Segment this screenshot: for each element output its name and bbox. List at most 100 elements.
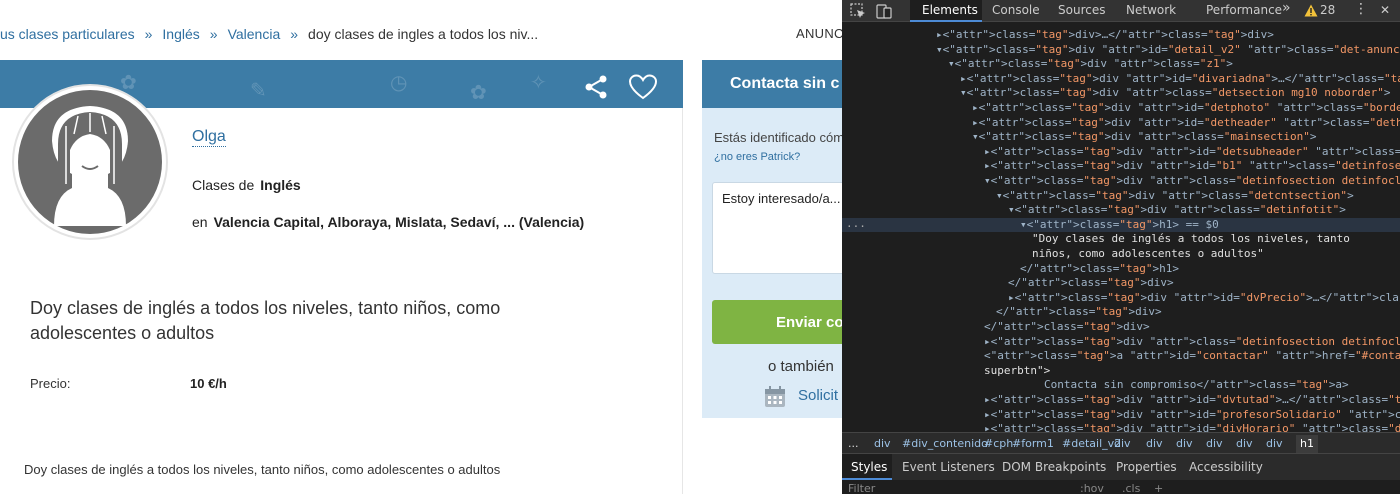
calendar-icon	[765, 386, 785, 407]
listing-description: Doy clases de inglés a todos los niveles…	[24, 462, 501, 477]
dom-crumb[interactable]: div	[874, 437, 891, 450]
dom-node[interactable]: ▸<"attr">class="tag">div "attr">id="dets…	[984, 145, 1400, 159]
dom-crumb[interactable]: #cph	[984, 437, 1013, 450]
location-line: en Valencia Capital, Alboraya, Mislata, S…	[192, 214, 584, 230]
tab-elements[interactable]: Elements	[922, 3, 978, 17]
avatar-illustration-icon	[18, 90, 162, 234]
contact-heading: Contacta sin c	[702, 60, 842, 108]
crumb-overflow[interactable]: ...	[848, 437, 859, 450]
subtab-properties[interactable]: Properties	[1116, 460, 1177, 474]
dom-breadcrumb-bar: ... div #div_contenido #cph #form1 #detail_v2…	[842, 432, 1400, 454]
price-value: 10 €/h	[190, 376, 227, 391]
subtab-styles[interactable]: Styles	[851, 460, 887, 474]
price-label: Precio:	[30, 376, 71, 391]
dom-node[interactable]: ▸<"attr">class="tag">div "attr">id="b1" …	[984, 159, 1400, 173]
listing-title: Doy clases de inglés a todos los niveles…	[30, 298, 501, 343]
breadcrumb-current: doy clases de ingles a todos los niv...	[308, 26, 539, 42]
dom-node[interactable]: ▾<"attr">class="tag">div "attr">class="d…	[960, 86, 1391, 100]
clases-line: Clases de Inglés	[192, 177, 301, 193]
dom-node[interactable]: ▾<"attr">class="tag">h1> == $0	[1020, 218, 1219, 232]
new-rule-button[interactable]: +	[1154, 482, 1163, 494]
not-you-link[interactable]: ¿no eres Patrick?	[714, 151, 800, 163]
dom-node[interactable]: <"attr">class="tag">a "attr">id="contact…	[984, 349, 1400, 363]
avatar	[12, 84, 168, 240]
dom-crumb[interactable]: div	[1114, 437, 1131, 450]
dom-crumb[interactable]: div	[1266, 437, 1283, 450]
dom-crumb[interactable]: #div_contenido	[902, 437, 988, 450]
dom-crumb[interactable]: div	[1206, 437, 1223, 450]
warning-icon	[1304, 4, 1318, 17]
devtools-panel: Elements Console Sources Network Perform…	[842, 0, 1400, 494]
subject: Inglés	[260, 177, 301, 193]
dom-node[interactable]: ▸<"attr">class="tag">div "attr">id="divH…	[984, 422, 1400, 432]
inspect-element-icon[interactable]	[850, 3, 866, 19]
share-icon[interactable]	[582, 73, 610, 101]
dom-node[interactable]: ▸<"attr">class="tag">div "attr">id="dvPr…	[1008, 291, 1400, 305]
tab-console[interactable]: Console	[992, 3, 1040, 17]
teacher-name-link[interactable]: Olga	[192, 128, 226, 147]
dom-node[interactable]: </"attr">class="tag">div>	[996, 305, 1162, 319]
breadcrumb-item-valencia[interactable]: Valencia	[228, 26, 281, 42]
heart-icon[interactable]	[628, 73, 658, 101]
dom-node[interactable]: </"attr">class="tag">div>	[1008, 276, 1174, 290]
tab-performance[interactable]: Performance	[1206, 3, 1282, 17]
breadcrumb-item-ingles[interactable]: Inglés	[162, 26, 199, 42]
subtab-dom-breakpoints[interactable]: DOM Breakpoints	[1002, 460, 1106, 474]
hov-toggle[interactable]: :hov	[1080, 482, 1104, 494]
menu-icon[interactable]: ⋮	[1354, 1, 1368, 17]
dom-node[interactable]: ▾<"attr">class="tag">div "attr">class="z…	[948, 57, 1233, 71]
breadcrumb-separator: »	[144, 26, 153, 42]
dom-node[interactable]: ▸<"attr">class="tag">div "attr">id="dvtu…	[984, 393, 1400, 407]
anuncio-label: ANUNCI	[796, 26, 842, 41]
dom-node[interactable]: </"attr">class="tag">h1>	[1020, 262, 1179, 276]
dom-crumb[interactable]: div	[1146, 437, 1163, 450]
more-tabs-icon[interactable]: »	[1282, 0, 1291, 16]
dom-node[interactable]: niños, como adolescentes o adultos"	[1032, 247, 1264, 261]
dom-node[interactable]: superbtn">	[984, 364, 1050, 378]
dom-crumb[interactable]: h1	[1296, 435, 1318, 453]
breadcrumb-separator: »	[209, 26, 218, 42]
cls-toggle[interactable]: .cls	[1122, 482, 1140, 494]
tab-sources[interactable]: Sources	[1058, 3, 1105, 17]
device-toolbar-icon[interactable]	[876, 3, 892, 19]
warning-count[interactable]: 28	[1320, 3, 1335, 17]
dom-node[interactable]: ▸<"attr">class="tag">div "attr">id="prof…	[984, 408, 1400, 422]
web-page: us clases particulares » Inglés » Valencia » d…	[0, 0, 842, 494]
send-button[interactable]: Enviar co	[712, 300, 842, 344]
devtools-tabbar: Elements Console Sources Network Perform…	[842, 0, 1400, 22]
breadcrumb-item-clases[interactable]: us clases particulares	[0, 26, 135, 42]
subtab-accessibility[interactable]: Accessibility	[1189, 460, 1263, 474]
dom-node[interactable]: ▸<"attr">class="tag">div "attr">id="deth…	[972, 116, 1400, 130]
breadcrumb: us clases particulares » Inglés » Valencia » d…	[0, 26, 538, 42]
dom-crumb[interactable]: div	[1176, 437, 1193, 450]
dom-node[interactable]: ▾<"attr">class="tag">div "attr">class="d…	[1008, 203, 1346, 217]
elements-tree[interactable]: ▸<"attr">class="tag">div>…</"attr">class…	[842, 22, 1400, 432]
location-prefix: en	[192, 214, 208, 230]
dom-crumb[interactable]: #detail_v2	[1062, 437, 1121, 450]
close-icon[interactable]: ✕	[1380, 3, 1390, 17]
styles-filter-input[interactable]: Filter	[848, 482, 875, 494]
tab-network[interactable]: Network	[1126, 3, 1176, 17]
dom-crumb[interactable]: #form1	[1012, 437, 1054, 450]
banner-decoration-icon: ✎	[250, 80, 267, 102]
breadcrumb-separator: »	[290, 26, 299, 42]
dom-node[interactable]: ▸<"attr">class="tag">div "attr">id="detp…	[972, 101, 1400, 115]
node-menu-icon[interactable]: ...	[846, 217, 866, 230]
dom-node[interactable]: </"attr">class="tag">div>	[984, 320, 1150, 334]
dom-node[interactable]: ▾<"attr">class="tag">div "attr">id="deta…	[936, 43, 1400, 57]
subtab-event-listeners[interactable]: Event Listeners	[902, 460, 995, 474]
dom-node[interactable]: ▸<"attr">class="tag">div "attr">class="d…	[984, 335, 1400, 349]
dom-node[interactable]: ▸<"attr">class="tag">div>…</"attr">class…	[936, 28, 1274, 42]
request-link[interactable]: Solicit	[798, 387, 838, 404]
dom-node[interactable]: ▸<"attr">class="tag">div "attr">id="diva…	[960, 72, 1400, 86]
contact-box: Contacta sin c Estás identificado cóm ¿n…	[702, 60, 842, 418]
identified-text: Estás identificado cóm	[714, 130, 842, 145]
dom-node[interactable]: ▾<"attr">class="tag">div "attr">class="m…	[972, 130, 1316, 144]
dom-node[interactable]: Contacta sin compromiso</"attr">class="t…	[1044, 378, 1349, 392]
dom-node[interactable]: ▾<"attr">class="tag">div "attr">class="d…	[984, 174, 1400, 188]
banner-decoration-icon: ◷	[390, 72, 408, 94]
dom-node[interactable]: "Doy clases de inglés a todos los nivele…	[1032, 232, 1350, 246]
message-textarea[interactable]: Estoy interesado/a...	[712, 182, 842, 274]
dom-node[interactable]: ▾<"attr">class="tag">div "attr">class="d…	[996, 189, 1354, 203]
dom-crumb[interactable]: div	[1236, 437, 1253, 450]
